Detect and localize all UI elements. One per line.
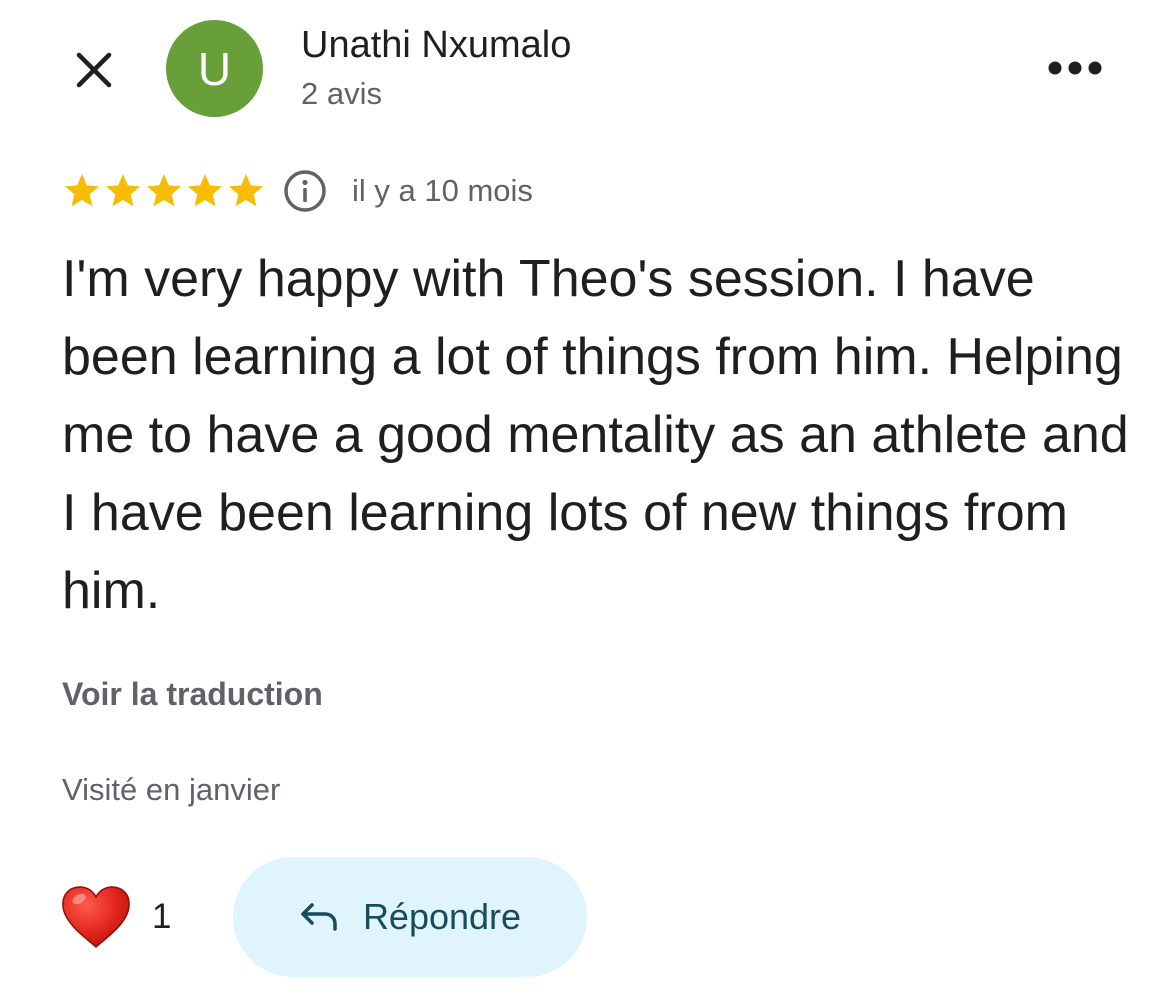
more-options-button[interactable] — [1040, 46, 1110, 90]
heart-icon — [62, 886, 130, 949]
info-icon — [284, 170, 326, 212]
rating-row: il y a 10 mois — [62, 168, 533, 214]
visit-info: Visité en janvier — [62, 772, 281, 807]
star-rating — [62, 171, 267, 211]
review-text: I'm very happy with Theo's session. I ha… — [62, 250, 1129, 620]
star-icon — [65, 174, 99, 207]
info-button[interactable] — [282, 168, 328, 214]
close-button[interactable] — [66, 42, 122, 98]
star-icon — [147, 174, 181, 207]
see-translation-link[interactable]: Voir la traduction — [62, 676, 323, 713]
like-count: 1 — [152, 897, 172, 936]
close-icon — [76, 52, 112, 88]
reviewer-name[interactable]: Unathi Nxumalo — [301, 24, 571, 67]
avatar[interactable]: U — [166, 20, 263, 117]
review-date: il y a 10 mois — [352, 173, 533, 208]
more-horizontal-icon — [1048, 61, 1102, 75]
star-icon — [229, 174, 263, 207]
reply-arrow-icon — [301, 903, 337, 931]
reply-button[interactable]: Répondre — [233, 857, 587, 977]
reply-label: Répondre — [362, 896, 522, 937]
like-button[interactable]: 1 — [60, 878, 171, 956]
star-icon — [188, 174, 222, 207]
avatar-letter: U — [197, 42, 232, 95]
star-icon — [106, 174, 140, 207]
review-count[interactable]: 2 avis — [301, 76, 382, 112]
